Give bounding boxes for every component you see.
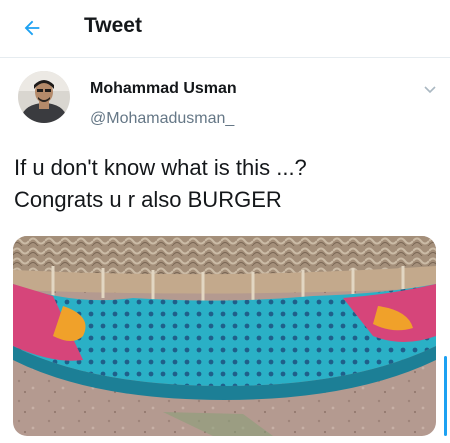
page-title: Tweet: [84, 14, 142, 37]
author-handle[interactable]: @Mohamadusman_: [90, 110, 234, 128]
tweet-menu-button[interactable]: [420, 82, 440, 98]
scroll-indicator[interactable]: [444, 356, 447, 436]
tweet-photo[interactable]: [13, 236, 436, 436]
author-display-name[interactable]: Mohammad Usman: [90, 80, 237, 98]
avatar[interactable]: [18, 71, 70, 123]
top-bar: Tweet: [0, 0, 450, 58]
back-button[interactable]: [18, 14, 46, 42]
tweet-text: If u don't know what is this ...? Congra…: [14, 155, 307, 212]
chevron-down-icon: [424, 86, 436, 94]
arrow-left-icon: [24, 20, 40, 36]
header-divider: [0, 57, 450, 58]
